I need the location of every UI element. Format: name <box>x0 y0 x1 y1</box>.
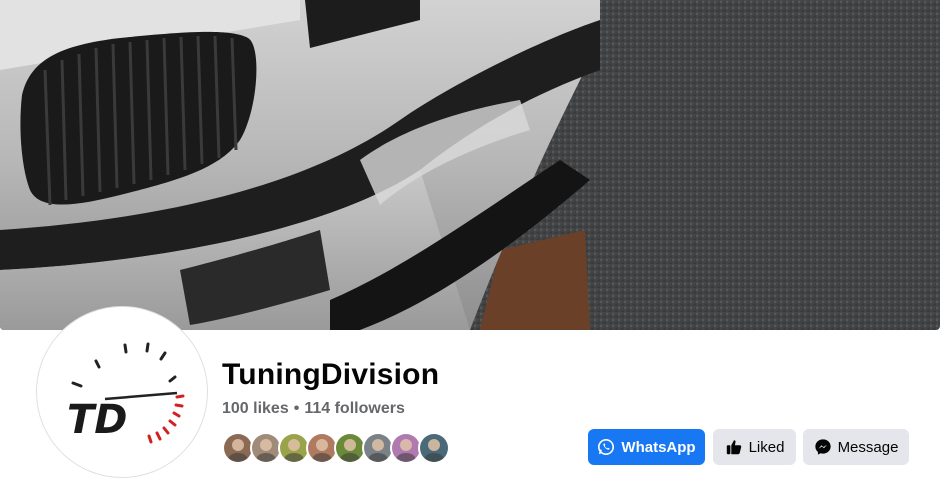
avatar-image <box>224 434 252 462</box>
logo-text: TD <box>67 397 128 443</box>
avatar-image <box>336 434 364 462</box>
avatar-image <box>392 434 420 462</box>
whatsapp-label: WhatsApp <box>621 438 696 456</box>
cover-photo[interactable] <box>0 0 940 330</box>
avatar-image <box>364 434 392 462</box>
tuningdivision-logo: TD <box>37 307 207 477</box>
liked-button[interactable]: Liked <box>713 429 796 465</box>
page-title: TuningDivision <box>222 358 440 391</box>
whatsapp-button[interactable]: WhatsApp <box>588 429 705 465</box>
friend-avatar-8[interactable] <box>418 432 450 464</box>
thumbs-up-icon <box>726 440 741 455</box>
avatar-image <box>252 434 280 462</box>
avatar-image <box>308 434 336 462</box>
whatsapp-icon <box>598 438 615 456</box>
liked-label: Liked <box>748 438 785 456</box>
avatar-image <box>420 434 448 462</box>
profile-picture[interactable]: TD <box>36 306 208 478</box>
friends-who-like[interactable] <box>222 432 450 464</box>
message-label: Message <box>837 438 899 456</box>
cover-photo-image <box>0 0 940 330</box>
likes-count[interactable]: 100 likes <box>222 400 289 417</box>
messenger-icon <box>814 439 831 455</box>
page-stats: 100 likes • 114 followers <box>222 400 405 418</box>
followers-count[interactable]: 114 followers <box>304 400 405 417</box>
message-button[interactable]: Message <box>803 429 909 465</box>
stats-separator: • <box>293 400 300 417</box>
avatar-image <box>280 434 308 462</box>
